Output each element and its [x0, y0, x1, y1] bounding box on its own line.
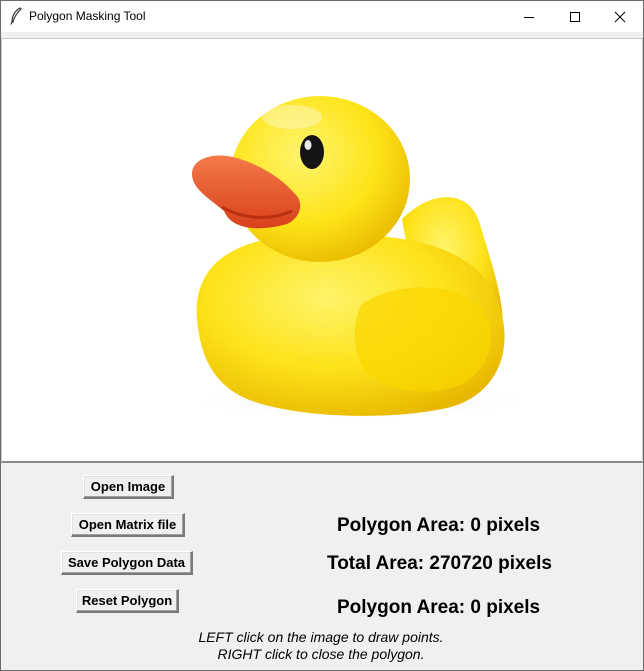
save-polygon-button[interactable]: Save Polygon Data [61, 551, 193, 575]
close-icon [614, 11, 626, 22]
total-area-label: Total Area: 270720 pixels [327, 553, 552, 574]
minimize-button[interactable] [506, 1, 552, 32]
open-image-button[interactable]: Open Image [83, 475, 174, 499]
close-button[interactable] [597, 1, 643, 32]
polygon-area-label-secondary: Polygon Area: 0 pixels [337, 597, 541, 618]
instruction-right-click: RIGHT click to close the polygon. [217, 646, 425, 662]
image-canvas[interactable] [1, 38, 643, 463]
app-window: Polygon Masking Tool Open Image Open Mat… [0, 0, 644, 671]
maximize-button[interactable] [552, 1, 598, 32]
minimize-icon [524, 16, 534, 18]
rubber-duck-image [192, 96, 532, 419]
window-title: Polygon Masking Tool [29, 9, 146, 23]
polygon-area-label: Polygon Area: 0 pixels [337, 515, 541, 536]
reset-polygon-button[interactable]: Reset Polygon [76, 589, 179, 613]
feather-icon [10, 7, 22, 25]
maximize-icon [570, 11, 580, 22]
instruction-left-click: LEFT click on the image to draw points. [198, 629, 444, 645]
title-bar[interactable]: Polygon Masking Tool [1, 1, 643, 32]
open-matrix-button[interactable]: Open Matrix file [71, 513, 185, 537]
